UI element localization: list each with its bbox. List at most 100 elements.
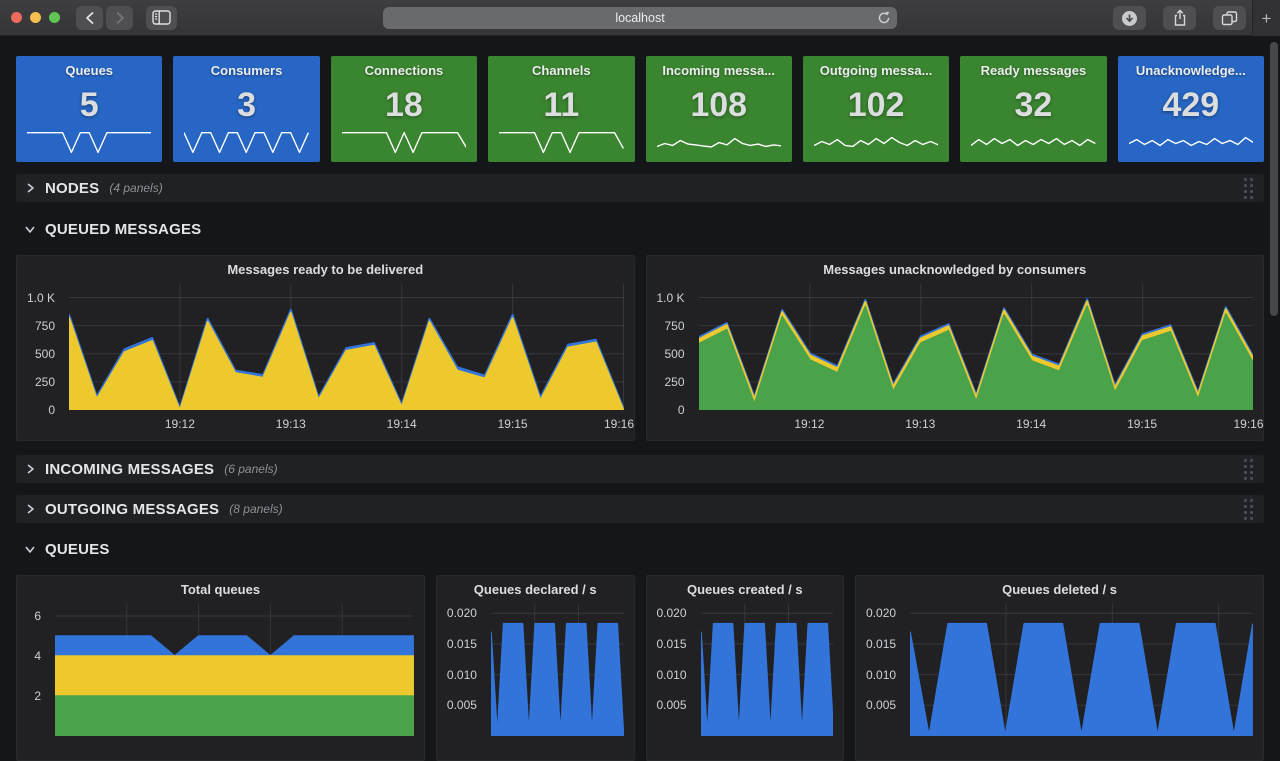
row-queues[interactable]: QUEUES — [16, 535, 1264, 563]
stat-panels-row: Queues 5 Consumers 3 Connections 18 Chan… — [16, 56, 1264, 162]
queues-panels: Total queues 246 Queues declared / s 0.0… — [16, 575, 1264, 761]
y-axis-label: 0.020 — [656, 606, 686, 620]
chevron-right-icon[interactable] — [24, 182, 36, 194]
y-axis-label: 0.015 — [447, 637, 477, 651]
panel-messages-unacknowledged[interactable]: Messages unacknowledged by consumers 025… — [646, 255, 1265, 441]
stat-panel-outgoing-messages[interactable]: Outgoing messa... 102 — [803, 56, 949, 162]
chart-plot — [491, 604, 624, 736]
tab-overview-button[interactable] — [1213, 6, 1246, 30]
x-axis-label: 19:15 — [1127, 417, 1157, 431]
y-axis-label: 6 — [34, 609, 41, 623]
y-axis: 246 — [25, 604, 47, 736]
downloads-button[interactable] — [1113, 6, 1146, 30]
x-axis-label: 19:16 — [1233, 417, 1263, 431]
zoom-window-button[interactable] — [49, 12, 60, 23]
panel-queues-created[interactable]: Queues created / s 0.0050.0100.0150.020 — [646, 575, 845, 761]
y-axis-label: 250 — [35, 375, 55, 389]
forward-button[interactable] — [106, 6, 133, 30]
chart-plot — [910, 604, 1253, 736]
stat-title: Queues — [16, 63, 162, 78]
stat-panel-unacknowledged[interactable]: Unacknowledge... 429 — [1118, 56, 1264, 162]
scrollbar[interactable] — [1270, 42, 1278, 316]
stat-panel-channels[interactable]: Channels 11 — [488, 56, 634, 162]
y-axis-label: 1.0 K — [27, 291, 55, 305]
stat-title: Consumers — [173, 63, 319, 78]
tabs-icon — [1221, 10, 1238, 26]
chevron-right-icon[interactable] — [24, 503, 36, 515]
browser-toolbar: localhost + — [0, 0, 1280, 36]
y-axis-label: 0.020 — [866, 606, 896, 620]
x-axis-label: 19:13 — [276, 417, 306, 431]
chevron-down-icon[interactable] — [24, 223, 36, 235]
stat-panel-incoming-messages[interactable]: Incoming messa... 108 — [646, 56, 792, 162]
x-axis-label: 19:14 — [387, 417, 417, 431]
window-controls — [11, 12, 60, 23]
y-axis-label: 0.020 — [447, 606, 477, 620]
sidebar-icon — [152, 10, 171, 25]
y-axis-label: 0.005 — [866, 698, 896, 712]
address-bar[interactable]: localhost — [383, 7, 897, 29]
panel-total-queues[interactable]: Total queues 246 — [16, 575, 425, 761]
row-incoming-messages[interactable]: INCOMING MESSAGES (6 panels) — [16, 455, 1264, 483]
share-button[interactable] — [1163, 6, 1196, 30]
x-axis-label: 19:14 — [1016, 417, 1046, 431]
stat-title: Unacknowledge... — [1118, 63, 1264, 78]
stat-panel-consumers[interactable]: Consumers 3 — [173, 56, 319, 162]
row-title: INCOMING MESSAGES — [45, 461, 214, 478]
y-axis: 02505007501.0 K — [655, 284, 691, 410]
panel-queues-deleted[interactable]: Queues deleted / s 0.005 0.010 0.015 0.020 — [855, 575, 1264, 761]
y-axis-label: 0.005 — [447, 698, 477, 712]
y-axis-label: 1.0 K — [656, 291, 684, 305]
stat-value: 32 — [960, 78, 1106, 129]
y-axis-label: 0 — [48, 403, 55, 417]
chevron-left-icon — [84, 11, 96, 25]
row-drag-handle[interactable] — [1244, 178, 1253, 199]
chevron-right-icon[interactable] — [24, 463, 36, 475]
panel-title: Total queues — [17, 576, 424, 602]
row-drag-handle[interactable] — [1244, 499, 1253, 520]
close-window-button[interactable] — [11, 12, 22, 23]
stat-title: Incoming messa... — [646, 63, 792, 78]
row-queued-messages[interactable]: QUEUED MESSAGES — [16, 215, 1264, 243]
stat-value: 108 — [646, 78, 792, 129]
stat-panel-connections[interactable]: Connections 18 — [331, 56, 477, 162]
y-axis-label: 0.010 — [656, 668, 686, 682]
stat-panel-queues[interactable]: Queues 5 — [16, 56, 162, 162]
back-button[interactable] — [76, 6, 103, 30]
row-panel-count: (8 panels) — [229, 502, 282, 516]
y-axis-label: 0.015 — [866, 637, 896, 651]
y-axis-label: 750 — [35, 319, 55, 333]
stat-title: Connections — [331, 63, 477, 78]
new-tab-button[interactable]: + — [1252, 0, 1280, 36]
y-axis-label: 0.010 — [866, 668, 896, 682]
sparkline — [1129, 129, 1253, 155]
row-drag-handle[interactable] — [1244, 459, 1253, 480]
row-title: QUEUED MESSAGES — [45, 221, 201, 238]
sparkline — [499, 129, 623, 155]
row-title: QUEUES — [45, 541, 110, 558]
panel-messages-ready[interactable]: Messages ready to be delivered 025050075… — [16, 255, 635, 441]
stat-value: 3 — [173, 78, 319, 129]
x-axis-label: 19:13 — [905, 417, 935, 431]
y-axis: 0.0050.0100.0150.020 — [445, 604, 483, 736]
chevron-down-icon[interactable] — [24, 543, 36, 555]
row-nodes[interactable]: NODES (4 panels) — [16, 174, 1264, 202]
panel-queues-declared[interactable]: Queues declared / s 0.0050.0100.0150.020 — [436, 575, 635, 761]
panel-title: Queues deleted / s — [856, 576, 1263, 602]
reload-icon[interactable] — [877, 11, 891, 25]
stat-title: Channels — [488, 63, 634, 78]
sidebar-toggle-button[interactable] — [146, 6, 177, 30]
stat-panel-ready-messages[interactable]: Ready messages 32 — [960, 56, 1106, 162]
y-axis: 0.005 0.010 0.015 0.020 — [864, 604, 902, 736]
y-axis: 02505007501.0 K — [25, 284, 61, 410]
download-icon — [1121, 10, 1138, 27]
minimize-window-button[interactable] — [30, 12, 41, 23]
x-axis-label: 19:16 — [604, 417, 634, 431]
y-axis-label: 250 — [664, 375, 684, 389]
panel-title: Messages ready to be delivered — [17, 256, 634, 282]
stat-value: 102 — [803, 78, 949, 129]
row-outgoing-messages[interactable]: OUTGOING MESSAGES (8 panels) — [16, 495, 1264, 523]
grafana-dashboard: Queues 5 Consumers 3 Connections 18 Chan… — [0, 56, 1280, 732]
y-axis-label: 0.005 — [656, 698, 686, 712]
sparkline — [184, 129, 308, 155]
